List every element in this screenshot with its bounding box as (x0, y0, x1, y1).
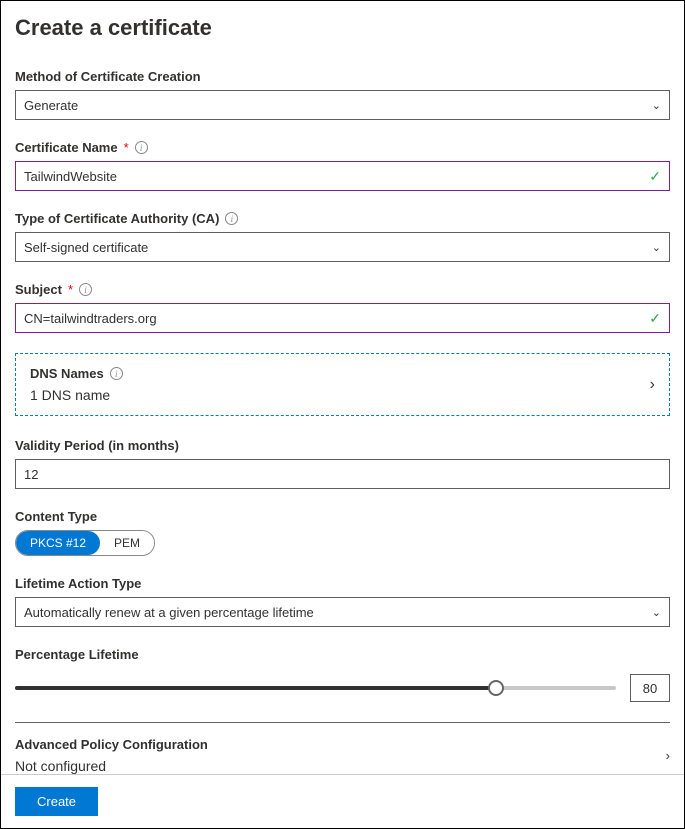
field-cert-name: Certificate Name * i TailwindWebsite ✓ (15, 140, 670, 191)
field-lifetime-action: Lifetime Action Type Automatically renew… (15, 576, 670, 627)
dns-names-box[interactable]: DNS Names i 1 DNS name › (15, 353, 670, 416)
field-validity: Validity Period (in months) 12 (15, 438, 670, 489)
field-content-type: Content Type PKCS #12 PEM (15, 509, 670, 556)
info-icon[interactable]: i (135, 141, 148, 154)
field-subject: Subject * i CN=tailwindtraders.org ✓ (15, 282, 670, 333)
label-method: Method of Certificate Creation (15, 69, 201, 84)
slider-percentage[interactable] (15, 680, 616, 696)
select-lifetime-action[interactable]: Automatically renew at a given percentag… (15, 597, 670, 627)
input-subject-value: CN=tailwindtraders.org (24, 311, 157, 326)
label-cert-name: Certificate Name (15, 140, 118, 155)
chevron-right-icon: › (666, 748, 670, 763)
info-icon[interactable]: i (225, 212, 238, 225)
info-icon[interactable]: i (110, 367, 123, 380)
label-dns-names: DNS Names (30, 366, 104, 381)
input-validity-value: 12 (24, 467, 38, 482)
field-method: Method of Certificate Creation Generate … (15, 69, 670, 120)
chevron-down-icon: ⌄ (652, 241, 661, 254)
select-lifetime-action-value: Automatically renew at a given percentag… (24, 605, 314, 620)
input-validity[interactable]: 12 (15, 459, 670, 489)
label-subject: Subject (15, 282, 62, 297)
required-marker: * (68, 282, 73, 297)
select-method-value: Generate (24, 98, 78, 113)
field-ca-type: Type of Certificate Authority (CA) i Sel… (15, 211, 670, 262)
content-type-toggle: PKCS #12 PEM (15, 530, 155, 556)
input-percentage-value[interactable]: 80 (630, 674, 670, 702)
advanced-policy-row[interactable]: Advanced Policy Configuration Not config… (15, 723, 670, 774)
chevron-down-icon: ⌄ (652, 606, 661, 619)
pill-pem[interactable]: PEM (100, 531, 154, 555)
input-cert-name-value: TailwindWebsite (24, 169, 117, 184)
footer: Create (1, 774, 684, 828)
check-icon: ✓ (649, 310, 661, 327)
label-lifetime-action: Lifetime Action Type (15, 576, 141, 591)
select-ca-type[interactable]: Self-signed certificate ⌄ (15, 232, 670, 262)
check-icon: ✓ (649, 168, 661, 185)
chevron-down-icon: ⌄ (652, 99, 661, 112)
slider-thumb[interactable] (488, 680, 504, 696)
page-title: Create a certificate (15, 15, 670, 41)
pill-pkcs12[interactable]: PKCS #12 (16, 531, 100, 555)
input-cert-name[interactable]: TailwindWebsite ✓ (15, 161, 670, 191)
select-method[interactable]: Generate ⌄ (15, 90, 670, 120)
label-validity: Validity Period (in months) (15, 438, 179, 453)
slider-track-fill (15, 686, 496, 690)
advanced-value: Not configured (15, 758, 208, 774)
chevron-right-icon: › (650, 376, 655, 394)
label-content-type: Content Type (15, 509, 97, 524)
info-icon[interactable]: i (79, 283, 92, 296)
create-button[interactable]: Create (15, 787, 98, 816)
label-percentage: Percentage Lifetime (15, 647, 139, 662)
dns-names-value: 1 DNS name (30, 387, 123, 403)
label-advanced: Advanced Policy Configuration (15, 737, 208, 752)
required-marker: * (124, 140, 129, 155)
input-subject[interactable]: CN=tailwindtraders.org ✓ (15, 303, 670, 333)
field-percentage: Percentage Lifetime 80 (15, 647, 670, 723)
label-ca-type: Type of Certificate Authority (CA) (15, 211, 219, 226)
select-ca-type-value: Self-signed certificate (24, 240, 148, 255)
